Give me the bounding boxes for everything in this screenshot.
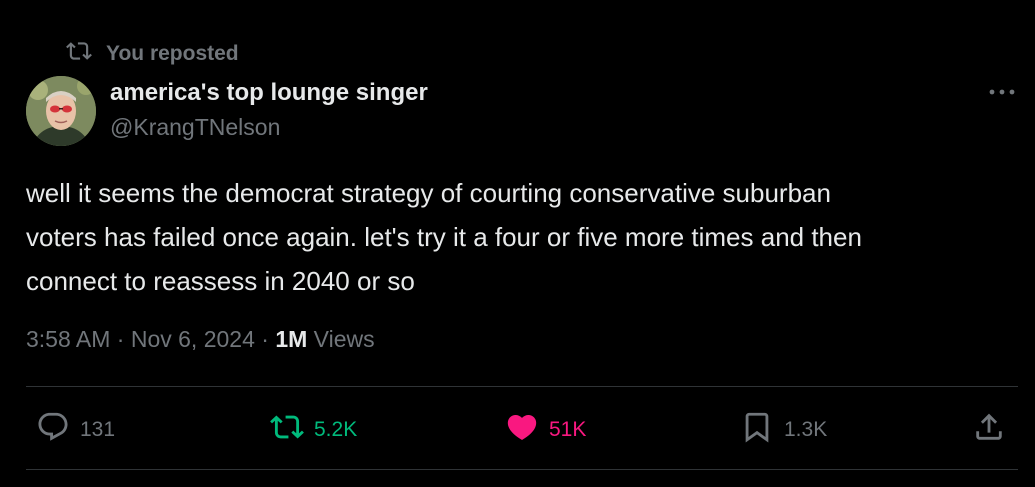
tweet-line: voters has failed once again. let's try … (26, 222, 862, 252)
reply-count: 131 (80, 418, 116, 441)
share-icon (972, 410, 1006, 450)
bookmark-button[interactable]: 1.3K (740, 412, 827, 448)
meta-separator: · (116, 326, 125, 352)
author-handle[interactable]: @KrangTNelson (110, 114, 280, 141)
tweet-line: connect to reassess in 2040 or so (26, 266, 415, 296)
repost-icon (270, 410, 304, 450)
divider (26, 386, 1018, 387)
reply-button[interactable]: 131 (36, 412, 115, 448)
repost-button[interactable]: 5.2K (270, 412, 357, 448)
bookmark-count: 1.3K (784, 418, 828, 441)
tweet-meta: 3:58 AM · Nov 6, 2024 · 1M Views (26, 326, 375, 353)
more-horizontal-icon (988, 83, 1016, 101)
heart-icon (505, 410, 539, 450)
meta-separator: · (261, 326, 269, 352)
tweet-time[interactable]: 3:58 AM (26, 326, 110, 352)
divider (26, 469, 1018, 470)
repost-banner: You reposted (66, 40, 239, 68)
bookmark-icon (740, 410, 774, 450)
reply-icon (36, 410, 70, 450)
more-button[interactable] (986, 80, 1018, 104)
views-label: Views (313, 326, 375, 352)
repost-banner-text: You reposted (106, 42, 239, 65)
tweet-date[interactable]: Nov 6, 2024 (131, 326, 255, 352)
tweet-line: well it seems the democrat strategy of c… (26, 178, 831, 208)
like-count: 51K (549, 418, 587, 441)
author-name[interactable]: america's top lounge singer (110, 79, 428, 107)
share-button[interactable] (972, 412, 1006, 448)
tweet-text: well it seems the democrat strategy of c… (26, 171, 1016, 303)
views-count[interactable]: 1M (275, 326, 307, 352)
repost-count: 5.2K (314, 418, 358, 441)
avatar[interactable] (26, 76, 96, 146)
like-button[interactable]: 51K (505, 412, 586, 448)
repost-icon (66, 38, 92, 70)
